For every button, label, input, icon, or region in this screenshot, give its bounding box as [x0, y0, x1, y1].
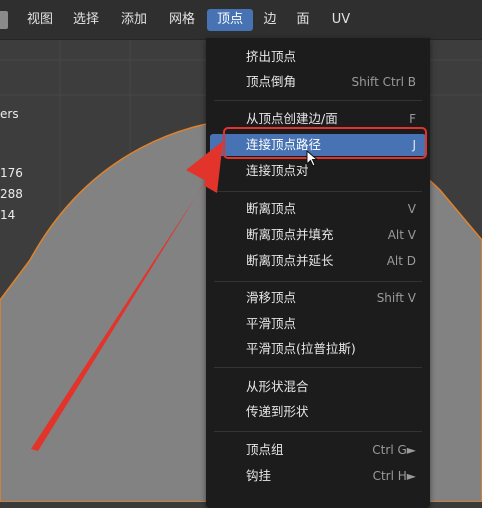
- annotation-arrow: [31, 141, 223, 451]
